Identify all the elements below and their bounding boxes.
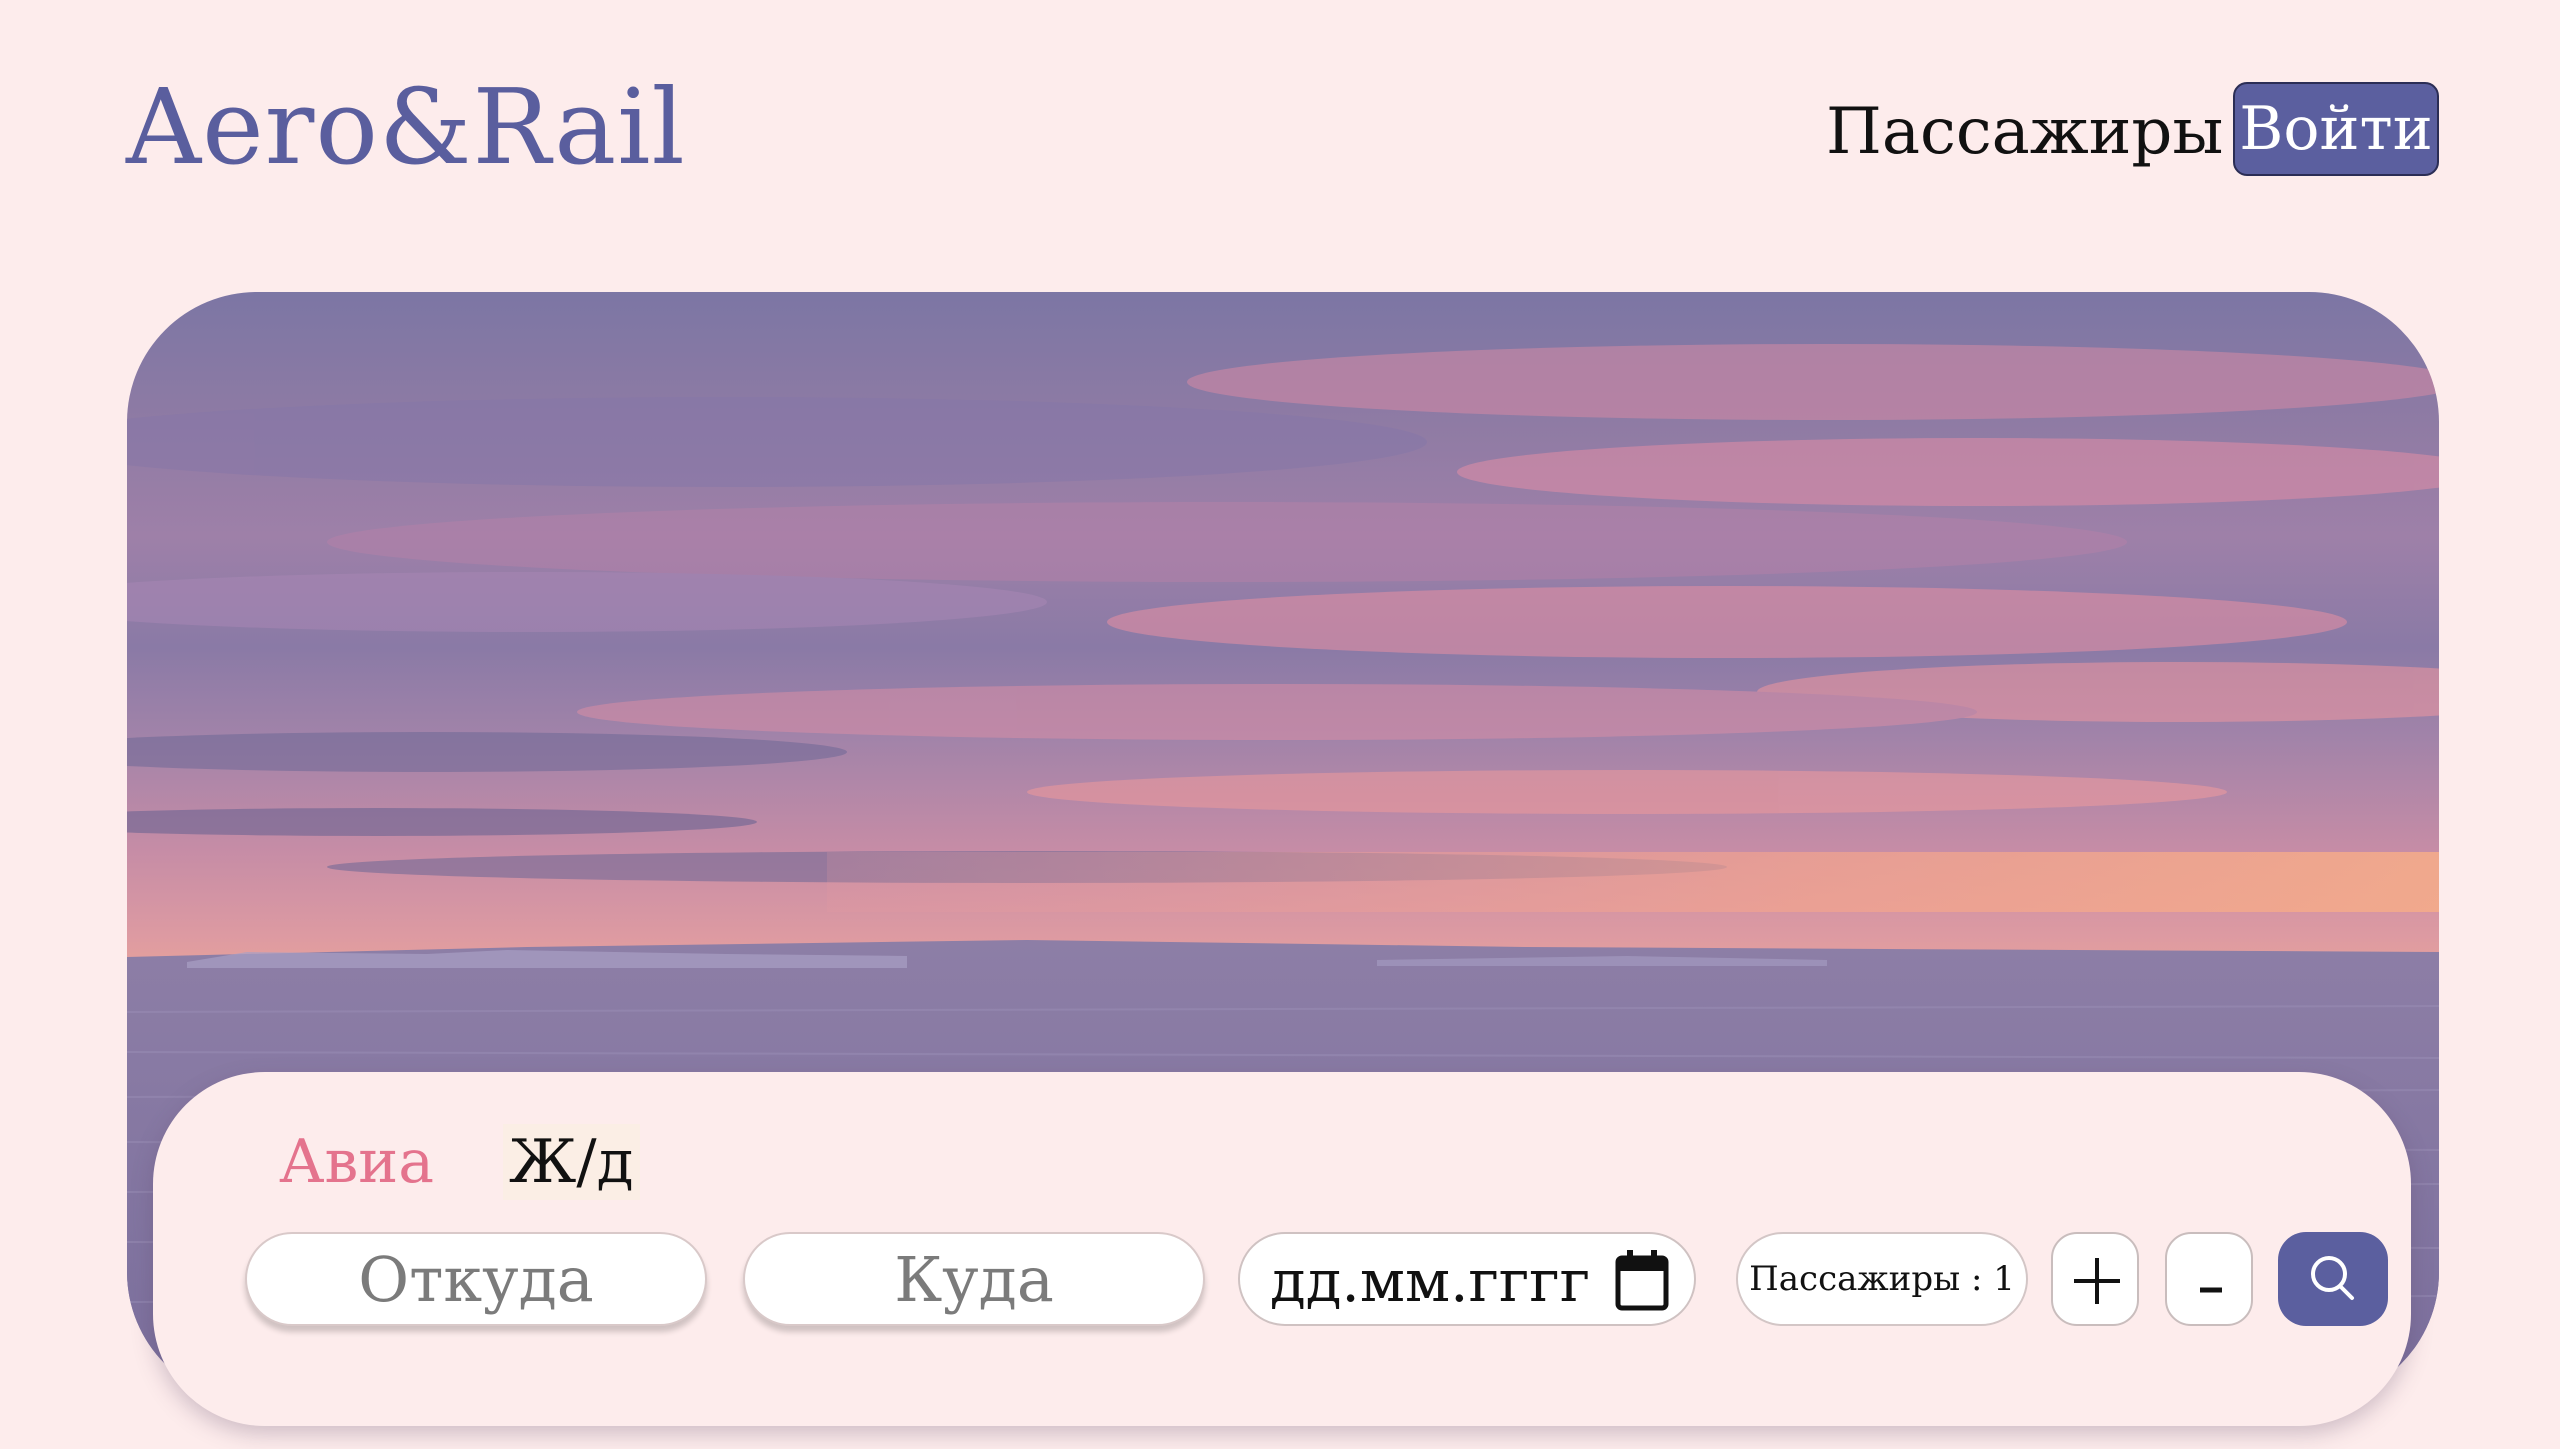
date-input[interactable]: дд.мм.гггг — [1238, 1232, 1696, 1326]
tab-avia[interactable]: Авиа — [279, 1124, 434, 1200]
from-input[interactable] — [245, 1232, 707, 1326]
logo[interactable]: Aero&Rail — [126, 62, 686, 192]
nav-passengers-link[interactable]: Пассажиры — [1826, 92, 2223, 172]
add-passenger-button[interactable] — [2051, 1232, 2139, 1326]
remove-passenger-button[interactable] — [2165, 1232, 2253, 1326]
plus-icon — [2074, 1258, 2120, 1304]
search-panel: Авиа Ж/д дд.мм.гггг Пассажиры : 1 — [153, 1072, 2411, 1426]
to-input[interactable] — [743, 1232, 1205, 1326]
search-button[interactable] — [2278, 1232, 2388, 1326]
search-icon — [2311, 1256, 2354, 1300]
date-placeholder: дд.мм.гггг — [1270, 1247, 1591, 1315]
calendar-icon[interactable] — [1614, 1248, 1670, 1312]
tab-rail[interactable]: Ж/д — [503, 1124, 640, 1200]
login-button[interactable]: Войти — [2233, 82, 2439, 176]
passengers-count: Пассажиры : 1 — [1736, 1232, 2028, 1326]
minus-icon — [2200, 1287, 2222, 1293]
